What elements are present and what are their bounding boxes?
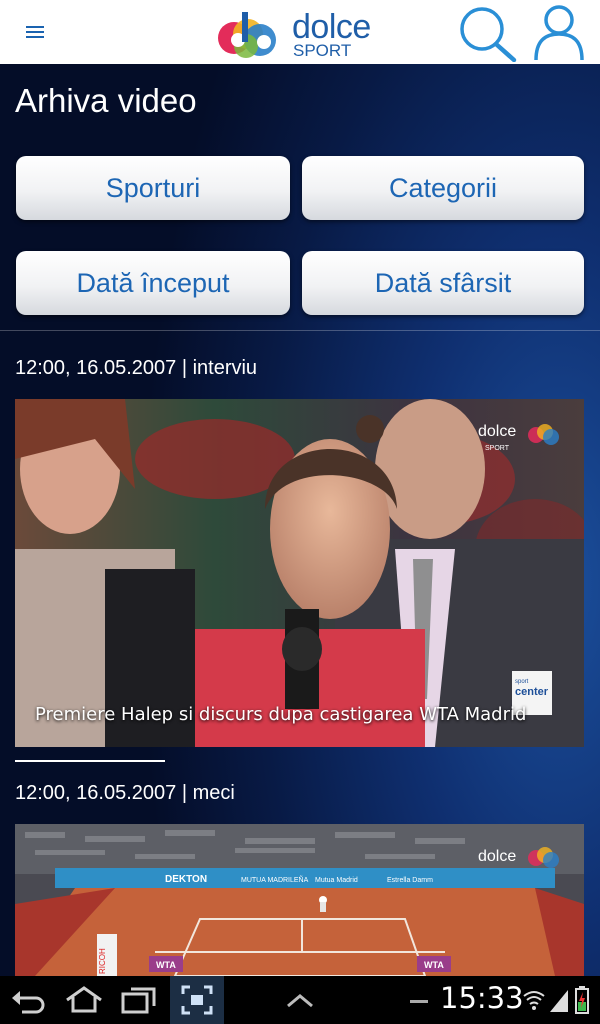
screenshot-button[interactable]: [170, 976, 224, 1024]
start-date-button[interactable]: Dată început: [16, 251, 290, 315]
progress-indicator: [15, 760, 165, 762]
signal-icon: [550, 990, 568, 1012]
sponsor-overlay-top: sport: [515, 679, 529, 685]
battery-icon: [575, 986, 589, 1014]
sponsor-overlay-main: center: [515, 686, 549, 698]
board-text: Estrella Damm: [387, 877, 433, 884]
search-icon[interactable]: [456, 4, 518, 62]
clock: 15:33: [440, 981, 524, 1015]
video-thumbnail[interactable]: dolce SPORT sport center Premiere Halep …: [15, 399, 584, 747]
board-text: RICOH: [98, 948, 107, 974]
menu-icon[interactable]: [22, 20, 50, 44]
back-icon[interactable]: [10, 984, 46, 1016]
board-text: Mutua Madrid: [315, 877, 358, 884]
sports-filter-button[interactable]: Sporturi: [16, 156, 290, 220]
board-text: WTA: [424, 960, 444, 970]
channel-overlay-text: dolce: [478, 423, 516, 440]
notification-dash: [410, 1000, 428, 1003]
logo-word: dolce: [292, 8, 371, 46]
page-title: Arhiva video: [15, 82, 197, 119]
video-thumbnail[interactable]: DEKTON MUTUA MADRILEÑA Mutua Madrid Estr…: [15, 824, 584, 976]
interview-image: dolce SPORT sport center: [15, 399, 584, 747]
logo-mark: [218, 12, 276, 58]
home-icon[interactable]: [64, 984, 104, 1016]
board-text: WTA: [156, 960, 176, 970]
logo-subword: SPORT: [293, 41, 352, 60]
app-header: dolce SPORT: [0, 0, 600, 64]
divider: [0, 330, 600, 331]
video-meta: 12:00, 16.05.2007 | meci: [15, 782, 235, 804]
match-image: DEKTON MUTUA MADRILEÑA Mutua Madrid Estr…: [15, 824, 584, 976]
system-navigation-bar: 15:33: [0, 976, 600, 1024]
screenshot-icon: [181, 985, 213, 1015]
recent-apps-icon[interactable]: [120, 984, 158, 1016]
up-chevron-icon[interactable]: [284, 984, 316, 1016]
wifi-icon: [523, 991, 545, 1010]
channel-overlay-subtext: SPORT: [485, 445, 510, 452]
video-archive-screen: Arhiva video Sporturi Categorii Dată înc…: [0, 64, 600, 976]
video-caption: Premiere Halep si discurs dupa castigare…: [35, 704, 527, 725]
dolce-sport-logo[interactable]: dolce SPORT: [216, 4, 386, 62]
video-meta: 12:00, 16.05.2007 | interviu: [15, 357, 258, 379]
categories-filter-button[interactable]: Categorii: [302, 156, 584, 220]
board-text: DEKTON: [165, 874, 207, 885]
board-text: MUTUA MADRILEÑA: [241, 875, 309, 884]
end-date-button[interactable]: Dată sfârsit: [302, 251, 584, 315]
channel-overlay-text: dolce: [478, 848, 516, 865]
user-icon[interactable]: [532, 2, 586, 62]
